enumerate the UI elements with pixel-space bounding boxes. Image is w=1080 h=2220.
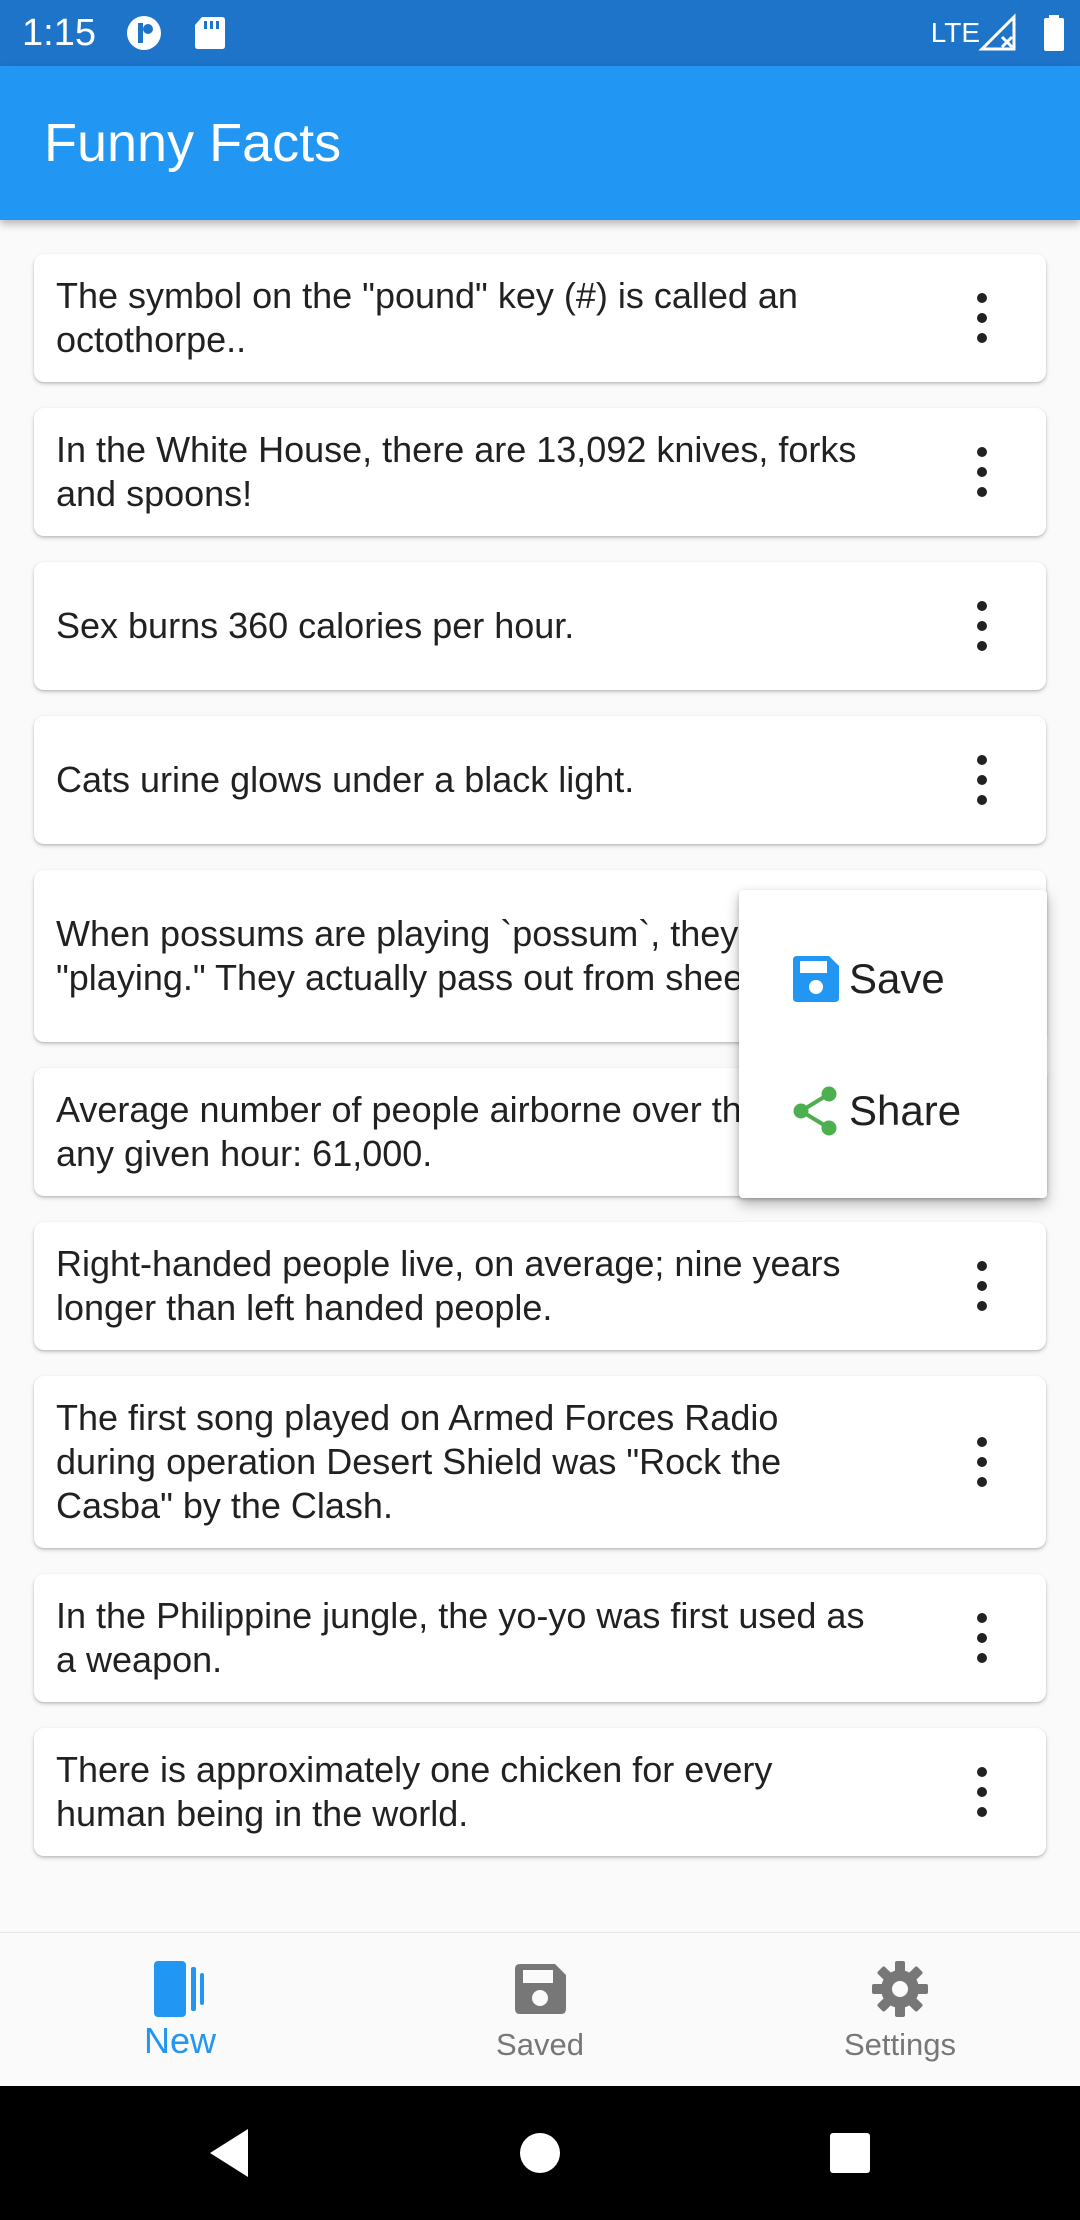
fact-text: Right-handed people live, on average; ni… (56, 1243, 841, 1328)
home-icon[interactable] (510, 2123, 570, 2183)
save-icon (793, 956, 839, 1002)
save-menu-label: Save (849, 955, 945, 1002)
gear-icon (872, 1961, 928, 2017)
fact-card: Right-handed people live, on average; ni… (34, 1222, 1046, 1350)
fact-card: The symbol on the "pound" key (#) is cal… (34, 254, 1046, 382)
more-options-icon[interactable] (962, 442, 1002, 502)
save-icon (515, 1964, 566, 2014)
more-options-icon[interactable] (962, 1432, 1002, 1492)
save-menu-item[interactable]: Save (739, 924, 1047, 1034)
battery-icon (1044, 15, 1064, 51)
more-options-icon[interactable] (962, 596, 1002, 656)
app-title: Funny Facts (44, 113, 342, 173)
nav-item-new[interactable]: New (0, 1933, 360, 2087)
fact-card: The first song played on Armed Forces Ra… (34, 1376, 1046, 1548)
system-navigation-bar (0, 2086, 1080, 2220)
nav-item-settings[interactable]: Settings (720, 1933, 1080, 2087)
sd-card-icon (195, 17, 225, 49)
more-options-icon[interactable] (962, 1256, 1002, 1316)
fact-card: In the White House, there are 13,092 kni… (34, 408, 1046, 536)
bottom-navigation: New Saved Settings (0, 1932, 1080, 2087)
recents-icon[interactable] (820, 2123, 880, 2183)
share-icon (793, 1086, 837, 1136)
more-options-icon[interactable] (962, 288, 1002, 348)
fact-text: In the Philippine jungle, the yo-yo was … (56, 1595, 865, 1680)
new-icon (154, 1961, 204, 2017)
more-options-icon[interactable] (962, 750, 1002, 810)
fact-text: There is approximately one chicken for e… (56, 1749, 773, 1834)
fact-text: The symbol on the "pound" key (#) is cal… (56, 275, 798, 360)
fact-text: In the White House, there are 13,092 kni… (56, 429, 857, 514)
card-popup-menu: Save Share (739, 890, 1047, 1198)
network-type: LTE (930, 17, 980, 48)
fact-text: The first song played on Armed Forces Ra… (56, 1397, 782, 1526)
fact-card: There is approximately one chicken for e… (34, 1728, 1046, 1856)
nav-label-saved: Saved (496, 2027, 584, 2062)
signal-icon (978, 13, 1016, 51)
fact-text: Cats urine glows under a black light. (56, 759, 635, 800)
fact-card: Sex burns 360 calories per hour. (34, 562, 1046, 690)
more-options-icon[interactable] (962, 1608, 1002, 1668)
more-options-icon[interactable] (962, 1762, 1002, 1822)
back-icon[interactable] (200, 2123, 260, 2183)
nav-label-settings: Settings (843, 2027, 956, 2062)
nav-label-new: New (143, 2020, 217, 2061)
app-bar: Funny Facts (0, 66, 1080, 220)
fact-card: Cats urine glows under a black light. (34, 716, 1046, 844)
fact-text: Sex burns 360 calories per hour. (56, 605, 575, 646)
status-time: 1:15 (22, 12, 96, 54)
nav-item-saved[interactable]: Saved (360, 1933, 720, 2087)
notification-icon (127, 16, 161, 50)
status-bar: 1:15 LTE (0, 0, 1080, 66)
fact-card: In the Philippine jungle, the yo-yo was … (34, 1574, 1046, 1702)
share-menu-item[interactable]: Share (739, 1056, 1047, 1166)
share-menu-label: Share (849, 1087, 962, 1134)
